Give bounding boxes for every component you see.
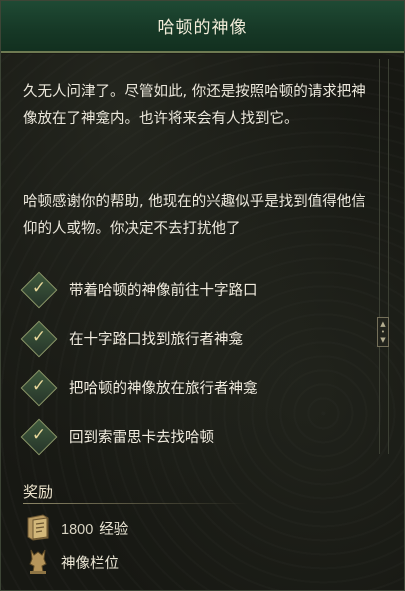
checkmark-icon: ✓	[31, 278, 47, 298]
objective-item[interactable]: ✓ 回到索雷思卡去找哈顿	[20, 418, 368, 469]
objective-list: ✓ 带着哈顿的神像前往十字路口 ✓ 在十字路口找到旅行者神龛 ✓ 把哈顿的神像放…	[20, 271, 368, 469]
objective-label: 把哈顿的神像放在旅行者神龛	[69, 381, 258, 397]
checkmark-icon: ✓	[31, 327, 47, 347]
quest-title: 哈顿的神像	[157, 18, 248, 38]
reward-idol-label: 神像栏位	[61, 556, 119, 572]
quest-description-1: 久无人问津了。尽管如此, 你还是按照哈顿的请求把神像放在了神龛内。也许将来会有人…	[23, 84, 366, 127]
objective-label: 在十字路口找到旅行者神龛	[69, 332, 243, 348]
reward-xp-amount: 1800	[61, 522, 94, 538]
objective-item[interactable]: ✓ 带着哈顿的神像前往十字路口	[20, 271, 368, 322]
scroll-down-dot-icon: ▼	[380, 336, 386, 344]
rewards-divider	[23, 503, 248, 504]
objective-label: 回到索雷思卡去找哈顿	[69, 430, 214, 446]
rewards-heading: 奖励	[23, 483, 54, 501]
scrollbar-thumb[interactable]: ▲ • ▼	[377, 317, 389, 347]
tome-icon	[27, 514, 49, 541]
quest-description-2: 哈顿感谢你的帮助, 他现在的兴趣似乎是找到值得他信仰的人或物。你决定不去打扰他了	[23, 194, 366, 237]
quest-header: 哈顿的神像	[1, 1, 404, 53]
scrollbar-track[interactable]	[379, 59, 389, 454]
scroll-up-dot-icon: ▲	[380, 320, 386, 328]
objective-label: 带着哈顿的神像前往十字路口	[69, 283, 258, 299]
scroll-grip-icon: •	[380, 328, 386, 336]
idol-icon	[29, 549, 47, 574]
objective-item[interactable]: ✓ 把哈顿的神像放在旅行者神龛	[20, 369, 368, 420]
quest-panel: 哈顿的神像 久无人问津了。尽管如此, 你还是按照哈顿的请求把神像放在了神龛内。也…	[0, 0, 405, 591]
reward-xp-label: 经验	[99, 522, 129, 538]
objective-item[interactable]: ✓ 在十字路口找到旅行者神龛	[20, 320, 368, 371]
checkmark-icon: ✓	[31, 425, 47, 445]
checkmark-icon: ✓	[31, 376, 47, 396]
